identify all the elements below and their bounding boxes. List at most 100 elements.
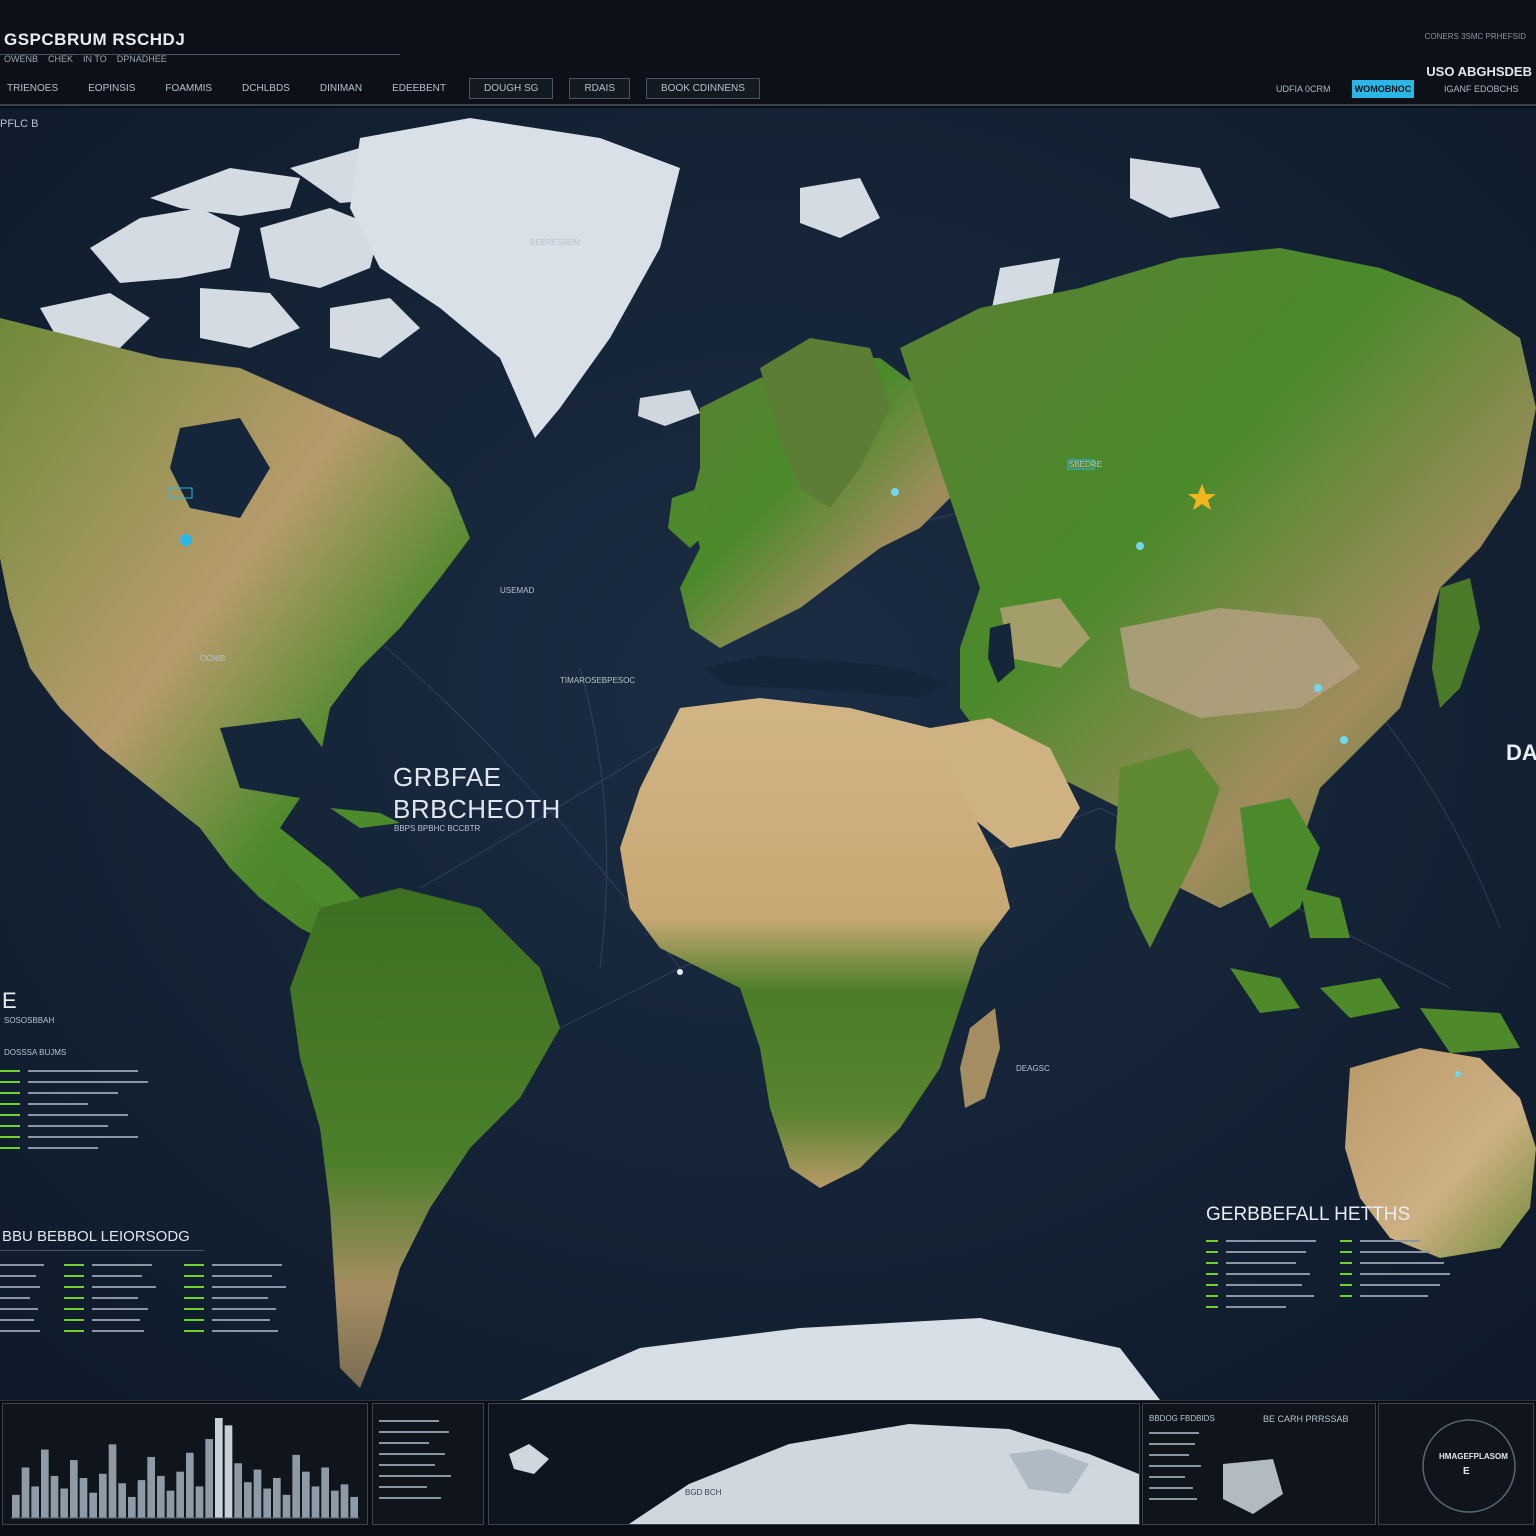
primary-action-button[interactable]: WOMOBNOC bbox=[1352, 80, 1414, 98]
chart-bar bbox=[186, 1452, 194, 1518]
bottom-left-legend-col3 bbox=[184, 1260, 286, 1337]
hub-marker[interactable] bbox=[677, 969, 683, 975]
mini-map-panel[interactable]: BGD BCH bbox=[488, 1403, 1140, 1525]
chart-bar bbox=[12, 1494, 20, 1518]
subtitle-row: OWENB CHEK IN TO DPNADHEE bbox=[4, 54, 167, 64]
legend-row bbox=[0, 1110, 148, 1119]
bar-chart[interactable] bbox=[3, 1404, 367, 1524]
chart-bar bbox=[89, 1492, 97, 1518]
location-marker[interactable] bbox=[891, 488, 899, 496]
top-right-label: USO ABGHSDEB bbox=[1426, 64, 1532, 79]
tab-6[interactable]: EDEEBENT bbox=[385, 79, 453, 98]
location-marker[interactable] bbox=[1136, 542, 1144, 550]
location-marker[interactable] bbox=[1455, 1071, 1461, 1077]
world-map[interactable]: BEERESREM GRBFAE BRBCHEOTH BBPS BPBHC BC… bbox=[0, 108, 1536, 1400]
info-mini-map bbox=[1223, 1459, 1283, 1514]
status-chip[interactable]: IGANF EDOBCHS bbox=[1444, 84, 1519, 94]
right-panel-title: GERBBEFALL HETTHS bbox=[1206, 1204, 1411, 1225]
ocean-label: DEAGSC bbox=[1016, 1064, 1050, 1073]
gauge-panel: HMAGEFPLASOM E bbox=[1378, 1403, 1534, 1525]
chart-bar bbox=[321, 1467, 329, 1518]
right-legend-col1 bbox=[1206, 1236, 1316, 1313]
list-panel bbox=[372, 1403, 484, 1525]
chart-bar bbox=[234, 1463, 242, 1518]
bottom-left-legend-col2 bbox=[64, 1260, 156, 1337]
chart-bar bbox=[118, 1483, 126, 1518]
chart-bar bbox=[253, 1469, 262, 1518]
chart-bar bbox=[331, 1490, 339, 1518]
corner-label: PFLC B bbox=[0, 118, 39, 130]
left-panel-header: DOSSSA BUJMS bbox=[4, 1048, 67, 1057]
legend-row bbox=[0, 1121, 148, 1130]
chart-bar bbox=[244, 1482, 252, 1518]
info-panel: BBDOG FBDBIDS BE CARH PRRSSAB bbox=[1142, 1403, 1376, 1525]
chart-bar bbox=[79, 1478, 88, 1518]
chart-bar bbox=[128, 1496, 136, 1518]
chart-bar bbox=[195, 1486, 204, 1518]
chart-bar bbox=[350, 1496, 358, 1518]
gauge-label: HMAGEFPLASOM bbox=[1439, 1452, 1508, 1461]
tab-boxed-2[interactable]: RDAIS bbox=[569, 78, 630, 99]
location-marker[interactable] bbox=[180, 534, 192, 546]
map-title-line2: BRBCHEOTH bbox=[393, 794, 561, 824]
tab-5[interactable]: DINIMAN bbox=[313, 79, 369, 98]
chart-bar bbox=[50, 1475, 59, 1518]
chart-bar bbox=[205, 1439, 213, 1518]
subtitle-item: DPNADHEE bbox=[116, 54, 167, 64]
legend-row bbox=[0, 1099, 148, 1108]
mini-map-label: BGD BCH bbox=[685, 1488, 722, 1497]
ocean-label: TIMAROSEBPESOC bbox=[560, 676, 636, 685]
status-chip[interactable]: UDFIA 0CRM bbox=[1276, 84, 1331, 94]
bottom-left-title: BBU BEBBOL LEIORSODG bbox=[2, 1228, 190, 1245]
bottom-left-legend-col1 bbox=[0, 1260, 44, 1337]
chart-bar bbox=[108, 1444, 117, 1518]
top-right-meta: CONERS 3SMC PRHEFSID bbox=[1424, 32, 1526, 41]
bar-chart-panel bbox=[2, 1403, 368, 1525]
tab-2[interactable]: EOPINSIS bbox=[81, 79, 142, 98]
mini-map[interactable] bbox=[489, 1404, 1139, 1524]
chart-bar bbox=[215, 1418, 223, 1518]
chart-bar bbox=[292, 1454, 300, 1518]
chart-bar bbox=[60, 1488, 68, 1518]
legend-row bbox=[0, 1088, 148, 1097]
left-legend bbox=[0, 1066, 148, 1154]
chart-bar bbox=[263, 1488, 271, 1518]
legend-row bbox=[0, 1132, 148, 1141]
greenland-label: BEERESREM bbox=[530, 238, 581, 247]
legend-row bbox=[0, 1066, 148, 1075]
chart-bar bbox=[302, 1471, 310, 1518]
app-title: GSPCBRUM RSCHDJ bbox=[4, 30, 186, 49]
chart-bar bbox=[31, 1486, 39, 1518]
gauge-sub-label: E bbox=[1463, 1466, 1470, 1477]
chart-bar bbox=[224, 1425, 233, 1518]
tab-boxed-3[interactable]: BOOK CDINNENS bbox=[646, 78, 760, 99]
left-panel-big-letter: E bbox=[2, 988, 17, 1013]
map-subtitle: BBPS BPBHC BCCBTR bbox=[394, 824, 481, 833]
chart-bar bbox=[157, 1475, 165, 1518]
map-title-line1: GRBFAE bbox=[393, 762, 502, 792]
subtitle-item: IN TO bbox=[83, 54, 107, 64]
location-marker[interactable] bbox=[1340, 736, 1348, 744]
tab-bar: TRIENOES EOPINSIS FOAMMIS DCHLBDS DINIMA… bbox=[0, 78, 760, 99]
chart-bar bbox=[176, 1471, 184, 1518]
tab-boxed-1[interactable]: DOUGH SG bbox=[468, 78, 554, 99]
location-marker[interactable] bbox=[1314, 684, 1322, 692]
subtitle-item: CHEK bbox=[48, 54, 74, 64]
ocean-label: USEMAD bbox=[500, 586, 535, 595]
right-panel-big-letters: DA bbox=[1506, 740, 1536, 765]
right-legend-col2 bbox=[1340, 1236, 1450, 1302]
bottom-left-divider bbox=[0, 1250, 204, 1251]
tab-1[interactable]: TRIENOES bbox=[0, 79, 65, 98]
chart-bar bbox=[99, 1473, 107, 1518]
region-label: OCNIB bbox=[200, 654, 226, 663]
circular-gauge[interactable] bbox=[1379, 1404, 1533, 1524]
bottom-strip: BGD BCH BBDOG FBDBIDS BE CARH PRRSSAB HM… bbox=[0, 1400, 1536, 1536]
chart-bar bbox=[166, 1490, 175, 1518]
region-label: SBEDRE bbox=[1069, 460, 1102, 469]
chart-bar bbox=[311, 1486, 320, 1518]
tab-3[interactable]: FOAMMIS bbox=[158, 79, 219, 98]
chart-bar bbox=[282, 1494, 291, 1518]
legend-row bbox=[0, 1143, 148, 1152]
chart-bar bbox=[273, 1478, 281, 1518]
tab-4[interactable]: DCHLBDS bbox=[235, 79, 297, 98]
